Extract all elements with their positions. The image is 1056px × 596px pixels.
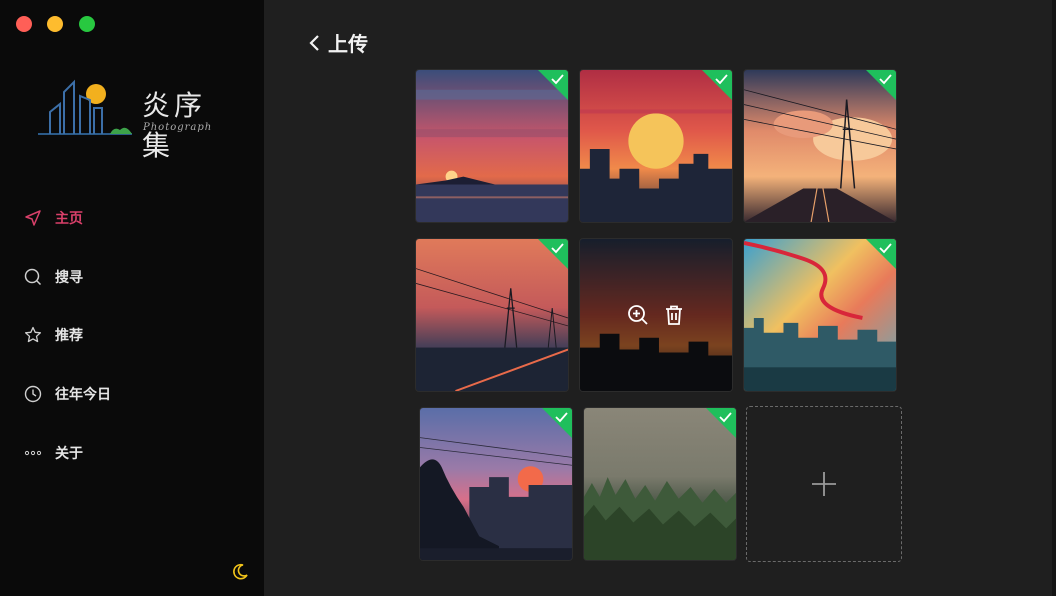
chevron-left-icon [309, 34, 319, 51]
selected-check-icon [866, 239, 896, 269]
sidebar-item-label: 推荐 [55, 328, 83, 344]
moon-icon [233, 563, 248, 580]
sidebar-item-about[interactable]: 关于 [24, 441, 83, 465]
gallery-image-8[interactable] [583, 407, 737, 561]
page-title: 上传 [328, 32, 368, 56]
maximize-window-button[interactable] [79, 16, 95, 32]
gallery-image-5[interactable] [579, 238, 733, 392]
sidebar-item-recommend[interactable]: 推荐 [24, 323, 83, 347]
gallery-image-7[interactable] [419, 407, 573, 561]
selected-check-icon [702, 70, 732, 100]
theme-toggle-button[interactable] [231, 563, 249, 581]
city-logo-icon [38, 79, 132, 135]
sidebar-item-label: 主页 [55, 211, 83, 227]
gallery-image-4[interactable] [415, 238, 569, 392]
search-icon [24, 268, 42, 286]
selected-check-icon [866, 70, 896, 100]
minimize-window-button[interactable] [47, 16, 63, 32]
sidebar-item-label: 往年今日 [55, 387, 111, 403]
app-window: 炎序集 Photograph 主页 搜寻 推荐 往年今日 关于 上传 [0, 0, 1056, 596]
selected-check-icon [538, 70, 568, 100]
selected-check-icon [706, 408, 736, 438]
close-window-button[interactable] [16, 16, 32, 32]
zoom-in-icon[interactable] [627, 304, 649, 326]
gallery-image-6[interactable] [743, 238, 897, 392]
clock-icon [24, 385, 42, 403]
sidebar-item-home[interactable]: 主页 [24, 206, 83, 230]
gallery-image-3[interactable] [743, 69, 897, 223]
sidebar-item-label: 搜寻 [55, 270, 83, 286]
gallery-image-1[interactable] [415, 69, 569, 223]
brand-subtitle: Photograph [143, 122, 213, 133]
image-hover-overlay [580, 239, 732, 391]
plus-icon [812, 472, 836, 496]
navigation-arrow-icon [24, 209, 42, 227]
sidebar: 炎序集 Photograph 主页 搜寻 推荐 往年今日 关于 [0, 0, 264, 596]
sidebar-item-label: 关于 [55, 446, 83, 462]
gallery-image-2[interactable] [579, 69, 733, 223]
trash-icon[interactable] [663, 304, 685, 326]
sidebar-item-on-this-day[interactable]: 往年今日 [24, 382, 111, 406]
main-content: 上传 [264, 0, 1056, 596]
app-logo: 炎序集 Photograph [36, 78, 236, 162]
window-edge [1052, 0, 1056, 596]
more-dots-icon [24, 444, 42, 462]
back-button[interactable]: 上传 [308, 28, 368, 57]
selected-check-icon [542, 408, 572, 438]
add-image-button[interactable] [746, 406, 902, 562]
sidebar-item-search[interactable]: 搜寻 [24, 265, 83, 289]
star-icon [24, 326, 42, 344]
selected-check-icon [538, 239, 568, 269]
